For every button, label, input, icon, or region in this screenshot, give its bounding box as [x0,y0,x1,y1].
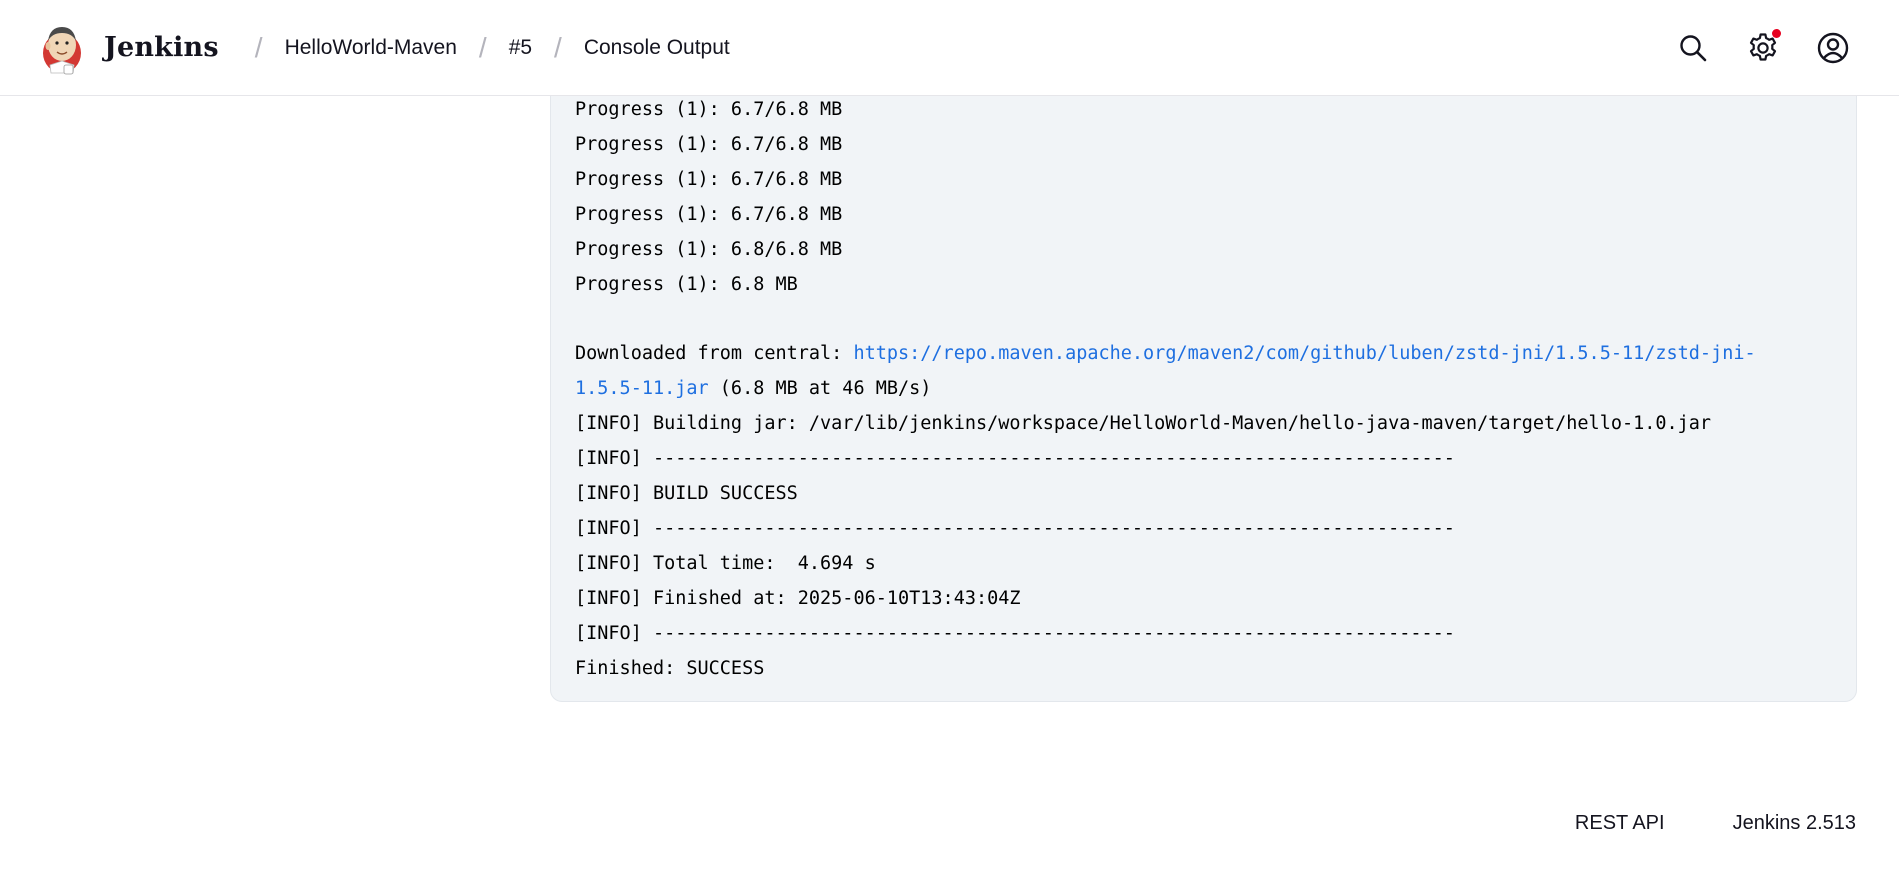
artifact-url-link-cont[interactable]: 1.5.5-11.jar [575,378,709,399]
console-line-download-cont: 1.5.5-11.jar (6.8 MB at 46 MB/s) [575,371,1832,406]
console-line: Progress (1): 6.7/6.8 MB [575,169,843,190]
console-line: [INFO] Total time: 4.694 s [575,553,876,574]
breadcrumb-separator: / [254,31,263,63]
console-line-download: Downloaded from central: https://repo.ma… [575,336,1832,371]
page-header: Jenkins / HelloWorld-Maven / #5 / Consol… [0,0,1899,96]
breadcrumb-item-job[interactable]: HelloWorld-Maven [285,36,457,60]
console-line: [INFO] ---------------------------------… [575,623,1455,644]
download-prefix: Downloaded from central: [575,343,854,364]
breadcrumb-separator: / [554,31,562,63]
console-line: [INFO] BUILD SUCCESS [575,483,798,504]
console-line: Progress (1): 6.7/6.8 MB [575,99,843,120]
jenkins-version-link[interactable]: Jenkins 2.513 [1733,812,1856,835]
jenkins-logo [43,26,81,74]
breadcrumb-item-console-output[interactable]: Console Output [584,36,730,60]
search-icon [1680,35,1707,62]
breadcrumb-item-build[interactable]: #5 [509,36,532,60]
console-line: Progress (1): 6.7/6.8 MB [575,204,843,225]
console-line: [INFO] ---------------------------------… [575,518,1455,539]
breadcrumb-separator: / [478,31,487,63]
page-footer: REST API Jenkins 2.513 [1575,812,1856,835]
console-line-final-status: Finished: SUCCESS [575,658,765,679]
rest-api-link[interactable]: REST API [1575,812,1665,835]
console-line: [INFO] Finished at: 2025-06-10T13:43:04Z [575,588,1021,609]
console-line: Progress (1): 6.8/6.8 MB [575,239,843,260]
console-line: Progress (1): 6.7/6.8 MB [575,134,843,155]
manage-jenkins-button[interactable] [1747,29,1781,64]
console-line: [INFO] ---------------------------------… [575,448,1455,469]
breadcrumb: / HelloWorld-Maven / #5 / Console Output [233,32,730,64]
console-line: Progress (1): 6.8 MB [575,274,798,295]
user-circle-icon [1817,32,1849,64]
user-menu-button[interactable] [1817,32,1849,64]
search-button[interactable] [1677,32,1709,64]
header-actions [1677,0,1849,96]
console-output: Progress (1): 6.7/6.8 MB Progress (1): 6… [550,60,1857,702]
brand-name: Jenkins [104,32,219,63]
artifact-url-link[interactable]: https://repo.maven.apache.org/maven2/com… [853,343,1755,364]
download-suffix: (6.8 MB at 46 MB/s) [708,378,932,399]
console-line: [INFO] Building jar: /var/lib/jenkins/wo… [575,413,1712,434]
notification-dot [1772,29,1781,38]
home-link[interactable]: Jenkins [40,21,219,75]
